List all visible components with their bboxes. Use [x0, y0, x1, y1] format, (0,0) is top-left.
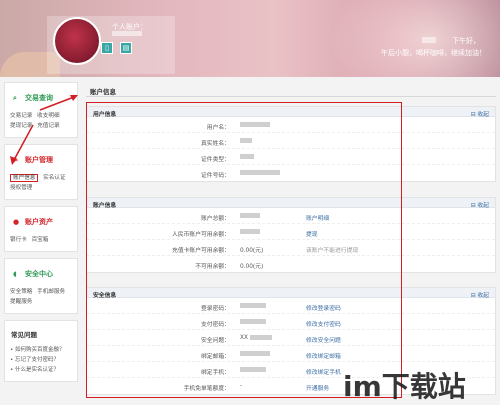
- row-label: 用户名：: [206, 125, 230, 131]
- row-label: 登录密码：: [201, 306, 230, 312]
- row-value-redacted: [240, 351, 270, 357]
- row-label: 支付密码：: [201, 322, 230, 328]
- info-row: 充值卡账户可用余额： 0.00(元) 该账户不能进行提现: [87, 240, 495, 256]
- row-label: 绑定手机：: [201, 370, 230, 376]
- row-value: -: [240, 383, 243, 389]
- row-value-redacted: [240, 229, 260, 235]
- row-label: 真实姓名：: [201, 141, 230, 147]
- arrow-line-top: [39, 96, 75, 111]
- info-row: 人民币账户可用余额： 提现: [87, 224, 495, 240]
- info-row: 不可用余额： 0.00(元): [87, 256, 495, 272]
- row-value: XX: [240, 335, 272, 341]
- panel-header: 账户信息 ⊟ 收起: [87, 198, 495, 209]
- row-label: 账户总额：: [201, 216, 230, 222]
- info-row: 真实姓名：: [87, 133, 495, 149]
- row-label: 证件类型：: [201, 157, 230, 163]
- watermark-logo: im下载站: [343, 370, 466, 403]
- row-label: 充值卡账户可用余额：: [172, 248, 230, 254]
- row-value-redacted: [240, 213, 260, 219]
- divider: [86, 96, 496, 97]
- row-value-redacted: [240, 319, 266, 325]
- row-value-redacted: [240, 154, 254, 160]
- account-details-link[interactable]: 账户明细: [306, 213, 329, 222]
- page-title: 账户信息: [90, 88, 116, 96]
- info-row: 安全问题： XX 修改安全问题: [87, 330, 495, 346]
- change-phone-link[interactable]: 修改绑定手机: [306, 367, 341, 376]
- user-info-panel: 用户信息 ⊟ 收起 用户名： 真实姓名： 证件类型： 证件号码：: [86, 106, 496, 182]
- change-login-password-link[interactable]: 修改登录密码: [306, 303, 341, 312]
- row-label: 证件号码：: [201, 173, 230, 179]
- row-label: 手机免单笔额度：: [183, 386, 230, 392]
- change-email-link[interactable]: 修改绑定邮箱: [306, 351, 341, 360]
- row-label: 人民币账户可用余额：: [172, 232, 230, 238]
- info-row: 账户总额： 账户明细: [87, 208, 495, 224]
- enable-service-link[interactable]: 开通服务: [306, 383, 329, 392]
- withdraw-link[interactable]: 提现: [306, 229, 318, 238]
- row-value-redacted: [240, 170, 280, 176]
- change-security-question-link[interactable]: 修改安全问题: [306, 335, 341, 344]
- row-note: 该账户不能进行提现: [306, 248, 359, 254]
- info-row: 证件号码：: [87, 165, 495, 181]
- panel-header: 用户信息 ⊟ 收起: [87, 107, 495, 118]
- panel-header: 安全信息 ⊟ 收起: [87, 288, 495, 299]
- row-value: 0.00(元): [240, 264, 264, 270]
- row-value-redacted: [240, 122, 270, 128]
- row-label: 不可用余额：: [195, 264, 230, 270]
- info-row: 绑定邮箱： 修改绑定邮箱: [87, 346, 495, 362]
- change-pay-password-link[interactable]: 修改支付密码: [306, 319, 341, 328]
- row-value-redacted: [240, 138, 252, 144]
- row-value-redacted: [240, 303, 266, 309]
- account-info-panel: 账户信息 ⊟ 收起 账户总额： 账户明细 人民币账户可用余额： 提现 充值卡账户…: [86, 197, 496, 273]
- info-row: 登录密码： 修改登录密码: [87, 298, 495, 314]
- row-value: 0.00(元): [240, 248, 264, 254]
- row-label: 安全问题：: [201, 338, 230, 344]
- info-row: 用户名：: [87, 117, 495, 133]
- arrow-line-down: [13, 124, 34, 161]
- row-label: 绑定邮箱：: [201, 354, 230, 360]
- row-value-redacted: [240, 367, 266, 373]
- info-row: 支付密码： 修改支付密码: [87, 314, 495, 330]
- info-row: 证件类型：: [87, 149, 495, 165]
